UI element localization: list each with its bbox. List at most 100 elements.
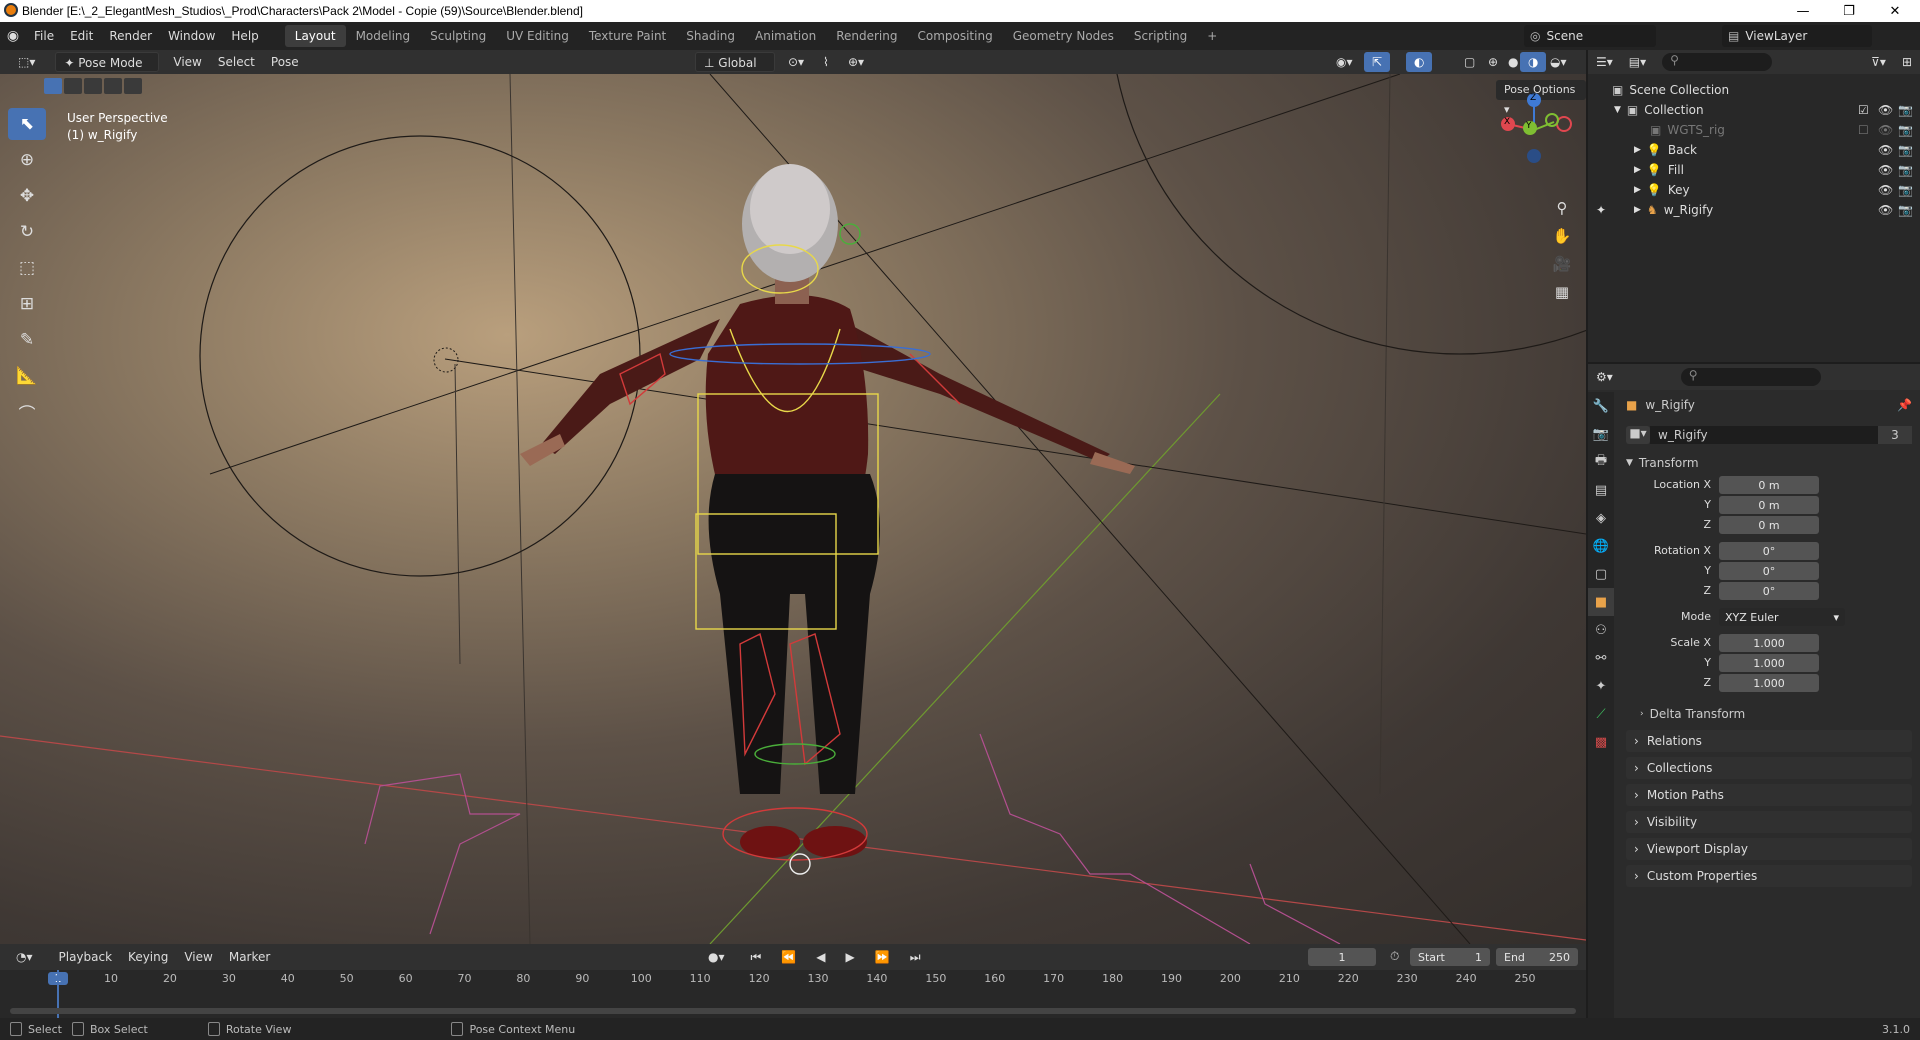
rotate-tool-icon[interactable]: ↻ <box>8 216 46 248</box>
wgts-eye-icon[interactable]: 👁 <box>1878 123 1893 137</box>
timeline-scrollbar[interactable] <box>10 1008 1576 1014</box>
maximize-button[interactable]: ❐ <box>1826 0 1872 22</box>
fill-camera-icon[interactable]: 📷 <box>1898 163 1913 177</box>
start-frame-field[interactable]: Start 1 <box>1410 948 1490 966</box>
menu-marker[interactable]: Marker <box>221 947 278 967</box>
minimize-button[interactable]: — <box>1780 0 1826 22</box>
modifiers-tab-icon[interactable]: ⚇ <box>1588 616 1614 644</box>
outliner-item-wgts-rig[interactable]: ▣ WGTS_rig ☐ 👁 📷 <box>1588 120 1920 140</box>
3d-viewport[interactable]: User Perspective (1) w_Rigify Pose Optio… <box>0 74 1586 944</box>
motion-paths-panel[interactable]: › Motion Paths <box>1626 784 1912 806</box>
tab-animation[interactable]: Animation <box>745 25 826 47</box>
scene-tab-icon[interactable]: ◈ <box>1588 504 1614 532</box>
menu-window[interactable]: Window <box>160 25 223 47</box>
transform-panel-header[interactable]: ▼ Transform <box>1626 452 1912 474</box>
outliner-scene-collection[interactable]: ▣ Scene Collection <box>1588 80 1920 100</box>
collection-tab-icon[interactable]: ▢ <box>1588 560 1614 588</box>
rotation-mode-dropdown[interactable]: XYZ Euler ▾ <box>1719 608 1845 626</box>
ortho-grid-icon[interactable]: ▦ <box>1548 278 1576 306</box>
outliner-item-fill[interactable]: ▶ 💡 Fill 👁 📷 <box>1588 160 1920 180</box>
tab-layout[interactable]: Layout <box>284 25 346 47</box>
record-icon[interactable]: ●▾ <box>700 947 733 967</box>
select-extend-icon[interactable] <box>64 78 82 94</box>
select-intersect-icon[interactable] <box>124 78 142 94</box>
expand-arrow-icon[interactable]: ▶ <box>1634 205 1641 215</box>
wgts-camera-icon[interactable]: 📷 <box>1898 123 1913 137</box>
scene-selector[interactable]: ◎ Scene <box>1524 25 1656 47</box>
texture-tab-icon[interactable]: ▩ <box>1588 728 1614 756</box>
tab-uv-editing[interactable]: UV Editing <box>496 25 579 47</box>
object-tab-icon[interactable]: ■ <box>1588 588 1614 616</box>
w-rigify-camera-icon[interactable]: 📷 <box>1898 203 1913 217</box>
world-tab-icon[interactable]: 🌐 <box>1588 532 1614 560</box>
filter-icon[interactable]: ⊽▾ <box>1863 52 1894 72</box>
custom-properties-panel[interactable]: › Custom Properties <box>1626 865 1912 887</box>
menu-select[interactable]: Select <box>210 52 263 72</box>
jump-keyframe-back-icon[interactable]: ⏪ <box>773 947 804 967</box>
outliner-search-input[interactable]: ⚲ <box>1662 53 1773 71</box>
new-collection-icon[interactable]: ⊞ <box>1894 52 1920 72</box>
expand-arrow-icon[interactable]: ▶ <box>1634 185 1641 195</box>
viewlayer-selector[interactable]: ▤ ViewLayer <box>1722 25 1872 47</box>
menu-edit[interactable]: Edit <box>62 25 101 47</box>
pan-hand-icon[interactable]: ✋ <box>1548 222 1576 250</box>
select-new-icon[interactable] <box>44 78 62 94</box>
play-icon[interactable]: ▶ <box>838 947 863 967</box>
collection-camera-icon[interactable]: 📷 <box>1898 103 1913 117</box>
menu-view[interactable]: View <box>165 52 209 72</box>
rotation-z-field[interactable]: 0° <box>1719 582 1819 600</box>
location-x-field[interactable]: 0 m <box>1719 476 1819 494</box>
outliner-item-key[interactable]: ▶ 💡 Key 👁 📷 <box>1588 180 1920 200</box>
orientation-dropdown[interactable]: ⊥ Global ▾ <box>695 52 775 90</box>
scale-z-field[interactable]: 1.000 <box>1719 674 1819 692</box>
collections-panel[interactable]: › Collections <box>1626 757 1912 779</box>
overlay-toggle-icon[interactable]: ◐ <box>1406 52 1433 72</box>
bone-tab-icon[interactable]: ⟋ <box>1588 700 1614 728</box>
users-count-field[interactable]: 3 <box>1878 426 1912 444</box>
menu-render[interactable]: Render <box>101 25 160 47</box>
tab-modeling[interactable]: Modeling <box>346 25 421 47</box>
key-camera-icon[interactable]: 📷 <box>1898 183 1913 197</box>
close-button[interactable]: ✕ <box>1872 0 1918 22</box>
outliner-item-back[interactable]: ▶ 💡 Back 👁 📷 <box>1588 140 1920 160</box>
zoom-icon[interactable]: ⚲ <box>1548 194 1576 222</box>
jump-end-icon[interactable]: ⏭ <box>902 947 929 967</box>
mode-dropdown[interactable]: ✦ Pose Mode ▾ <box>55 52 160 90</box>
annotate-tool-icon[interactable]: ✎ <box>8 324 46 356</box>
measure-tool-icon[interactable]: 📐 <box>8 360 46 392</box>
timeline-editor-icon[interactable]: ◔▾ <box>8 947 41 967</box>
current-frame-field[interactable]: 1 <box>1308 948 1376 966</box>
select-subtract-icon[interactable] <box>84 78 102 94</box>
back-camera-icon[interactable]: 📷 <box>1898 143 1913 157</box>
gizmo-toggle-icon[interactable]: ⇱ <box>1364 52 1391 72</box>
timeline[interactable]: 1102030405060708090100110120130140150160… <box>0 970 1586 1018</box>
properties-search-input[interactable]: ⚲ <box>1680 368 1821 386</box>
collection-checkbox[interactable]: ☑ <box>1858 103 1869 117</box>
menu-keying[interactable]: Keying <box>120 947 176 967</box>
jump-keyframe-forward-icon[interactable]: ⏩ <box>867 947 898 967</box>
relations-panel[interactable]: › Relations <box>1626 730 1912 752</box>
view-layer-tab-icon[interactable]: ▤ <box>1588 476 1614 504</box>
menu-file[interactable]: File <box>26 25 62 47</box>
tab-shading[interactable]: Shading <box>676 25 745 47</box>
blender-menu-icon[interactable]: ◉ <box>0 28 26 44</box>
snap-icon[interactable]: ⌇ <box>815 52 837 72</box>
visibility-panel[interactable]: › Visibility <box>1626 811 1912 833</box>
pivot-icon[interactable]: ⊙▾ <box>780 52 812 72</box>
rotation-y-field[interactable]: 0° <box>1719 562 1819 580</box>
outliner-editor-icon[interactable]: ☰▾ <box>1588 52 1621 72</box>
outliner-collection[interactable]: ▼ ▣ Collection ☑ 👁 📷 <box>1588 100 1920 120</box>
location-y-field[interactable]: 0 m <box>1719 496 1819 514</box>
tab-sculpting[interactable]: Sculpting <box>420 25 496 47</box>
display-mode-icon[interactable]: ▤▾ <box>1621 52 1654 72</box>
jump-start-icon[interactable]: ⏮ <box>743 947 770 967</box>
tab-scripting[interactable]: Scripting <box>1124 25 1197 47</box>
location-z-field[interactable]: 0 m <box>1719 516 1819 534</box>
expand-arrow-icon[interactable]: ▶ <box>1634 145 1641 155</box>
rotation-x-field[interactable]: 0° <box>1719 542 1819 560</box>
cursor-tool-icon[interactable]: ⊕ <box>8 144 46 176</box>
delta-transform-subpanel[interactable]: › Delta Transform <box>1626 702 1912 726</box>
properties-editor-icon[interactable]: ⚙▾ <box>1588 367 1621 387</box>
add-workspace-button[interactable]: + <box>1197 25 1227 47</box>
menu-help[interactable]: Help <box>223 25 266 47</box>
